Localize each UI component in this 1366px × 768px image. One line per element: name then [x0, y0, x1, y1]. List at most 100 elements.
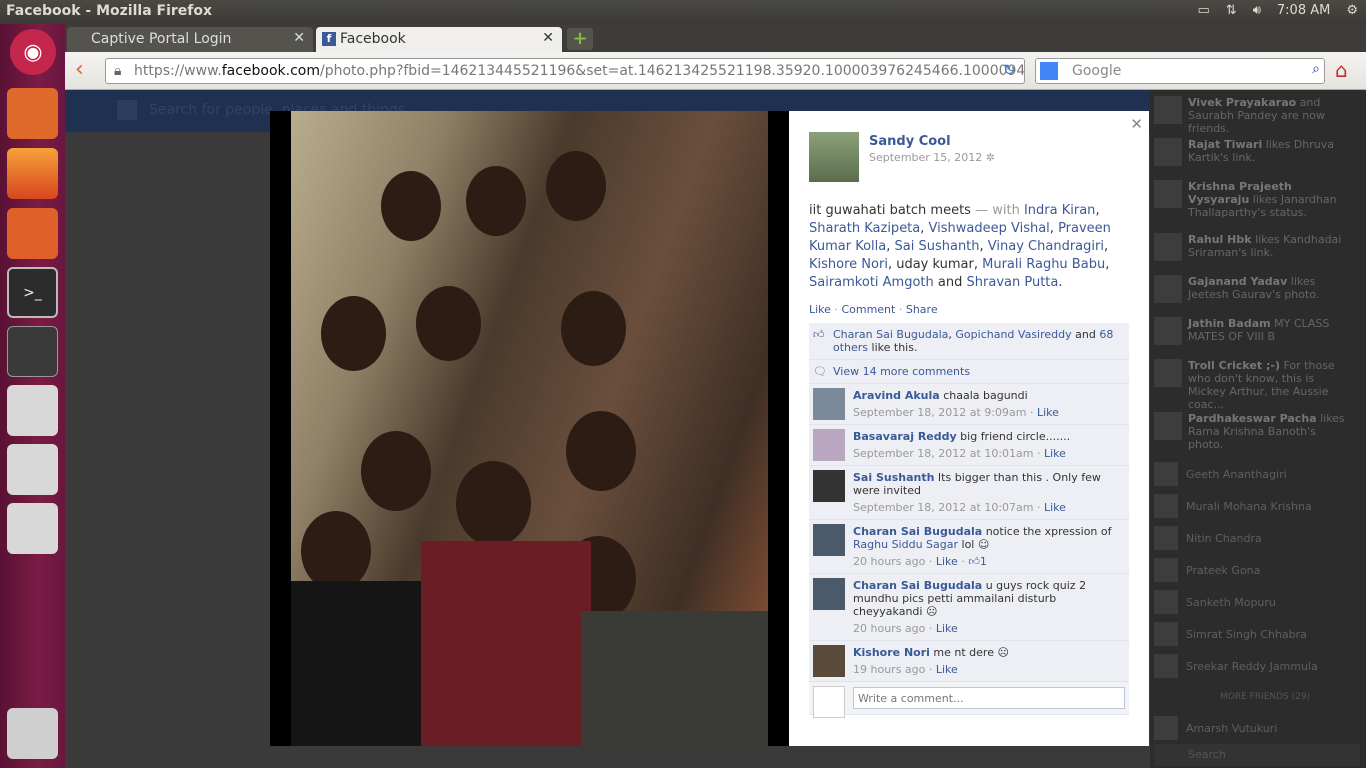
photo-shirt	[581, 611, 768, 746]
post-date[interactable]: September 15, 2012	[869, 151, 982, 164]
new-tab-button[interactable]: +	[567, 28, 593, 50]
likes-summary: 👍︎ Charan Sai Bugudala, Gopichand Vasire…	[809, 323, 1129, 360]
url-path: /photo.php?fbid=146213445521196&set=at.1…	[320, 63, 1025, 79]
comment-like-link[interactable]: Like	[936, 663, 958, 676]
search-icon[interactable]: ⌕	[1312, 61, 1320, 77]
url-prefix: https://www.	[134, 63, 222, 79]
close-icon[interactable]: ✕	[293, 30, 305, 46]
like-link[interactable]: Like	[809, 303, 831, 316]
liker-link[interactable]: Charan Sai Bugudala	[833, 328, 948, 341]
commenter-name[interactable]: Basavaraj Reddy	[853, 430, 957, 443]
share-link[interactable]: Share	[906, 303, 938, 316]
firefox-icon[interactable]	[7, 148, 58, 199]
comment-icon: 🗨︎	[813, 365, 827, 378]
ticker-item[interactable]: Vivek Prayakarao and Saurabh Pandey are …	[1154, 96, 1354, 135]
comment-like-link[interactable]: Like	[1044, 447, 1066, 460]
chat-contact[interactable]: Murali Mohana Krishna	[1154, 494, 1354, 518]
comment-like-count[interactable]: 👍︎1	[968, 555, 987, 568]
drive-icon[interactable]	[7, 503, 58, 554]
chat-contact[interactable]: Nitin Chandra	[1154, 526, 1354, 550]
tag-link[interactable]: Indra Kiran	[1024, 203, 1095, 218]
comment-like-link[interactable]: Like	[936, 622, 958, 635]
commenter-name[interactable]: Kishore Nori	[853, 646, 930, 659]
trash-icon[interactable]	[7, 708, 58, 759]
chat-contact[interactable]: Sanketh Mopuru	[1154, 590, 1354, 614]
commenter-avatar[interactable]	[813, 578, 845, 610]
comment-like-link[interactable]: Like	[936, 555, 958, 568]
tag-link[interactable]: Murali Raghu Babu	[982, 257, 1105, 272]
more-friends-link[interactable]: MORE FRIENDS (29)	[1220, 692, 1310, 702]
tag-link[interactable]: Vinay Chandragiri	[988, 239, 1104, 254]
clock[interactable]: 7:08 AM	[1277, 3, 1330, 18]
chat-contact[interactable]: Simrat Singh Chhabra	[1154, 622, 1354, 646]
commenter-name[interactable]: Charan Sai Bugudala	[853, 579, 982, 592]
comment-like-link[interactable]: Like	[1044, 501, 1066, 514]
tab-captive-portal[interactable]: Captive Portal Login ✕	[67, 27, 313, 52]
drive-icon[interactable]	[7, 385, 58, 436]
ticker-item[interactable]: Rahul Hbk likes Kandhadai Sriraman's lin…	[1154, 233, 1354, 261]
tab-facebook[interactable]: f Facebook ✕	[316, 27, 562, 52]
view-more-link[interactable]: View 14 more comments	[833, 365, 970, 378]
comment-time[interactable]: 20 hours ago	[853, 555, 925, 568]
search-input[interactable]: Google ⌕	[1035, 58, 1325, 84]
url-bar[interactable]: 🔒︎ https://www.facebook.com/photo.php?fb…	[105, 58, 1025, 84]
tag-link[interactable]: Sai Sushanth	[895, 239, 980, 254]
home-icon[interactable]: ⌂	[1335, 58, 1348, 82]
commenter-name[interactable]: Aravind Akula	[853, 389, 940, 402]
ubuntu-icon[interactable]: ◉	[10, 29, 56, 75]
reload-icon[interactable]: ↻	[1003, 61, 1016, 79]
software-center-icon[interactable]	[7, 208, 58, 259]
close-icon[interactable]: ✕	[1130, 115, 1143, 133]
write-comment-input[interactable]: Write a comment...	[853, 687, 1125, 709]
tag-link[interactable]: Shravan Putta	[967, 275, 1059, 290]
volume-icon[interactable]: 🔊︎	[1253, 3, 1261, 18]
comment-time[interactable]: 19 hours ago	[853, 663, 925, 676]
comment-time[interactable]: September 18, 2012 at 10:01am	[853, 447, 1034, 460]
back-button[interactable]: ‹	[75, 57, 84, 82]
comment-time[interactable]: 20 hours ago	[853, 622, 925, 635]
comment-link[interactable]: Comment	[841, 303, 895, 316]
author-avatar[interactable]	[809, 132, 859, 182]
close-icon[interactable]: ✕	[542, 30, 554, 46]
ticker-item[interactable]: Pardhakeswar Pacha likes Rama Krishna Ba…	[1154, 412, 1354, 451]
drive-icon[interactable]	[7, 444, 58, 495]
ticker-item[interactable]: Rajat Tiwari likes Dhruva Kartik's link.	[1154, 138, 1354, 166]
author-name[interactable]: Sandy Cool	[869, 134, 951, 149]
comment-time[interactable]: September 18, 2012 at 9:09am	[853, 406, 1027, 419]
tag-link[interactable]: Vishwadeep Vishal	[929, 221, 1050, 236]
mention-link[interactable]: Raghu Siddu Sagar	[853, 538, 958, 551]
ticker-item[interactable]: Troll Cricket ;-) For those who don't kn…	[1154, 359, 1354, 411]
terminal-icon[interactable]: >_	[7, 267, 58, 318]
group-photo[interactable]	[291, 111, 768, 746]
comment-time[interactable]: September 18, 2012 at 10:07am	[853, 501, 1034, 514]
tag-link[interactable]: Kishore Nori	[809, 257, 888, 272]
ticker-item[interactable]: Krishna Prajeeth Vysyaraju likes Janardh…	[1154, 180, 1354, 219]
view-more-comments[interactable]: 🗨︎ View 14 more comments	[809, 360, 1129, 384]
photo-shirt	[291, 581, 441, 746]
chat-contact[interactable]: Sreekar Reddy Jammula	[1154, 654, 1354, 678]
chat-contact[interactable]: Prateek Gona	[1154, 558, 1354, 582]
comment: Charan Sai Bugudala notice the xpression…	[809, 520, 1129, 574]
liker-link[interactable]: Gopichand Vasireddy	[955, 328, 1071, 341]
battery-icon[interactable]: ▭	[1198, 3, 1210, 18]
commenter-avatar[interactable]	[813, 524, 845, 556]
comment-like-link[interactable]: Like	[1037, 406, 1059, 419]
commenter-avatar[interactable]	[813, 645, 845, 677]
commenter-name[interactable]: Charan Sai Bugudala	[853, 525, 982, 538]
chat-contact[interactable]: Amarsh Vutukuri	[1154, 716, 1354, 740]
ticker-item[interactable]: Gajanand Yadav likes Jeetesh Gaurav's ph…	[1154, 275, 1354, 303]
network-icon[interactable]: ⇅	[1226, 3, 1237, 18]
commenter-avatar[interactable]	[813, 388, 845, 420]
chat-search-input[interactable]: Search	[1154, 744, 1360, 766]
commenter-avatar[interactable]	[813, 429, 845, 461]
gear-icon[interactable]: ⚙	[1346, 3, 1358, 18]
tag-link[interactable]: Sharath Kazipeta	[809, 221, 920, 236]
files-icon[interactable]	[7, 88, 58, 139]
commenter-name[interactable]: Sai Sushanth	[853, 471, 934, 484]
ticker-item[interactable]: Jathin Badam MY CLASS MATES OF VIII B	[1154, 317, 1354, 345]
tag-link[interactable]: Sairamkoti Amgoth	[809, 275, 934, 290]
privacy-icon[interactable]: ✲	[986, 151, 995, 164]
commenter-avatar[interactable]	[813, 470, 845, 502]
workspace-switcher-icon[interactable]	[7, 326, 58, 377]
chat-contact[interactable]: Geeth Ananthagiri	[1154, 462, 1354, 486]
